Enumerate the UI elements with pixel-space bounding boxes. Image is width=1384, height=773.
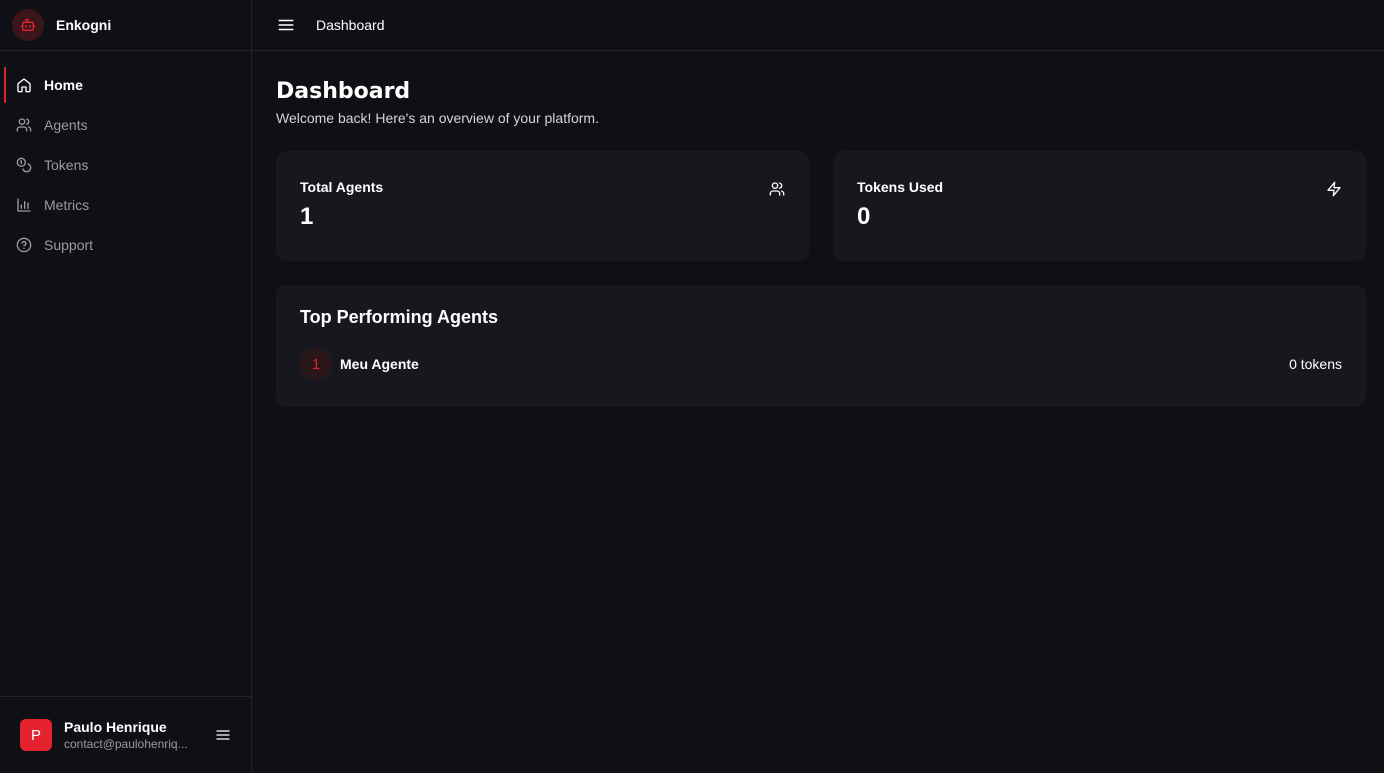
- sidebar-item-metrics[interactable]: Metrics: [0, 185, 251, 225]
- stat-card-tokens-used: Tokens Used 0: [833, 151, 1366, 261]
- rank-badge: 1: [300, 348, 332, 380]
- list-item[interactable]: 1 Meu Agente 0 tokens: [300, 348, 1342, 380]
- stat-value: 0: [857, 203, 871, 230]
- sidebar-item-home[interactable]: Home: [0, 65, 251, 105]
- sidebar-item-label: Agents: [44, 117, 88, 133]
- brand-name: Enkogni: [56, 17, 112, 33]
- user-panel: P Paulo Henrique contact@paulohenriq...: [0, 696, 251, 773]
- stat-value: 1: [300, 203, 314, 230]
- robot-icon: [12, 9, 44, 41]
- stat-card-total-agents: Total Agents 1: [276, 151, 809, 261]
- home-icon: [16, 77, 32, 93]
- page-subtitle: Welcome back! Here's an overview of your…: [276, 110, 599, 126]
- sidebar-nav: Home Agents Tokens Metrics Support: [0, 51, 251, 696]
- users-icon: [16, 117, 32, 133]
- users-icon: [769, 182, 785, 196]
- sidebar-item-label: Tokens: [44, 157, 89, 173]
- top-agents-title: Top Performing Agents: [300, 307, 498, 327]
- zap-icon: [1327, 181, 1341, 197]
- sidebar-toggle-button[interactable]: [276, 15, 296, 35]
- agent-name: Meu Agente: [340, 356, 419, 372]
- user-email: contact@paulohenriq...: [64, 737, 188, 751]
- menu-icon: [278, 19, 294, 31]
- top-agents-card: Top Performing Agents 1 Meu Agente 0 tok…: [276, 285, 1366, 407]
- sidebar-item-label: Metrics: [44, 197, 90, 213]
- stats-row: Total Agents 1 Tokens Used 0: [276, 151, 1366, 261]
- dashboard-content: Dashboard Welcome back! Here's an overvi…: [252, 51, 1384, 407]
- main-area: Dashboard Dashboard Welcome back! Here's…: [252, 0, 1384, 773]
- coins-icon: [16, 157, 32, 173]
- stat-label: Total Agents: [300, 179, 384, 195]
- stat-label: Tokens Used: [857, 179, 944, 195]
- menu-icon: [216, 730, 230, 740]
- app-shell: Enkogni Home Agents Tokens Metrics Suppo…: [0, 0, 1384, 773]
- sidebar-item-agents[interactable]: Agents: [0, 105, 251, 145]
- agent-tokens: 0 tokens: [1289, 356, 1342, 372]
- brand[interactable]: Enkogni: [0, 0, 251, 51]
- bar-chart-icon: [16, 197, 32, 213]
- sidebar-item-label: Support: [44, 237, 94, 253]
- page-title: Dashboard: [276, 79, 411, 104]
- help-circle-icon: [16, 237, 32, 253]
- topbar: Dashboard: [252, 0, 1384, 51]
- sidebar-item-tokens[interactable]: Tokens: [0, 145, 251, 185]
- sidebar: Enkogni Home Agents Tokens Metrics Suppo…: [0, 0, 252, 773]
- user-name: Paulo Henrique: [64, 719, 167, 735]
- sidebar-item-label: Home: [44, 77, 83, 93]
- avatar[interactable]: P: [20, 719, 52, 751]
- user-menu-button[interactable]: [213, 725, 233, 745]
- sidebar-item-support[interactable]: Support: [0, 225, 251, 265]
- user-info: Paulo Henrique contact@paulohenriq...: [64, 718, 213, 752]
- breadcrumb: Dashboard: [316, 17, 385, 33]
